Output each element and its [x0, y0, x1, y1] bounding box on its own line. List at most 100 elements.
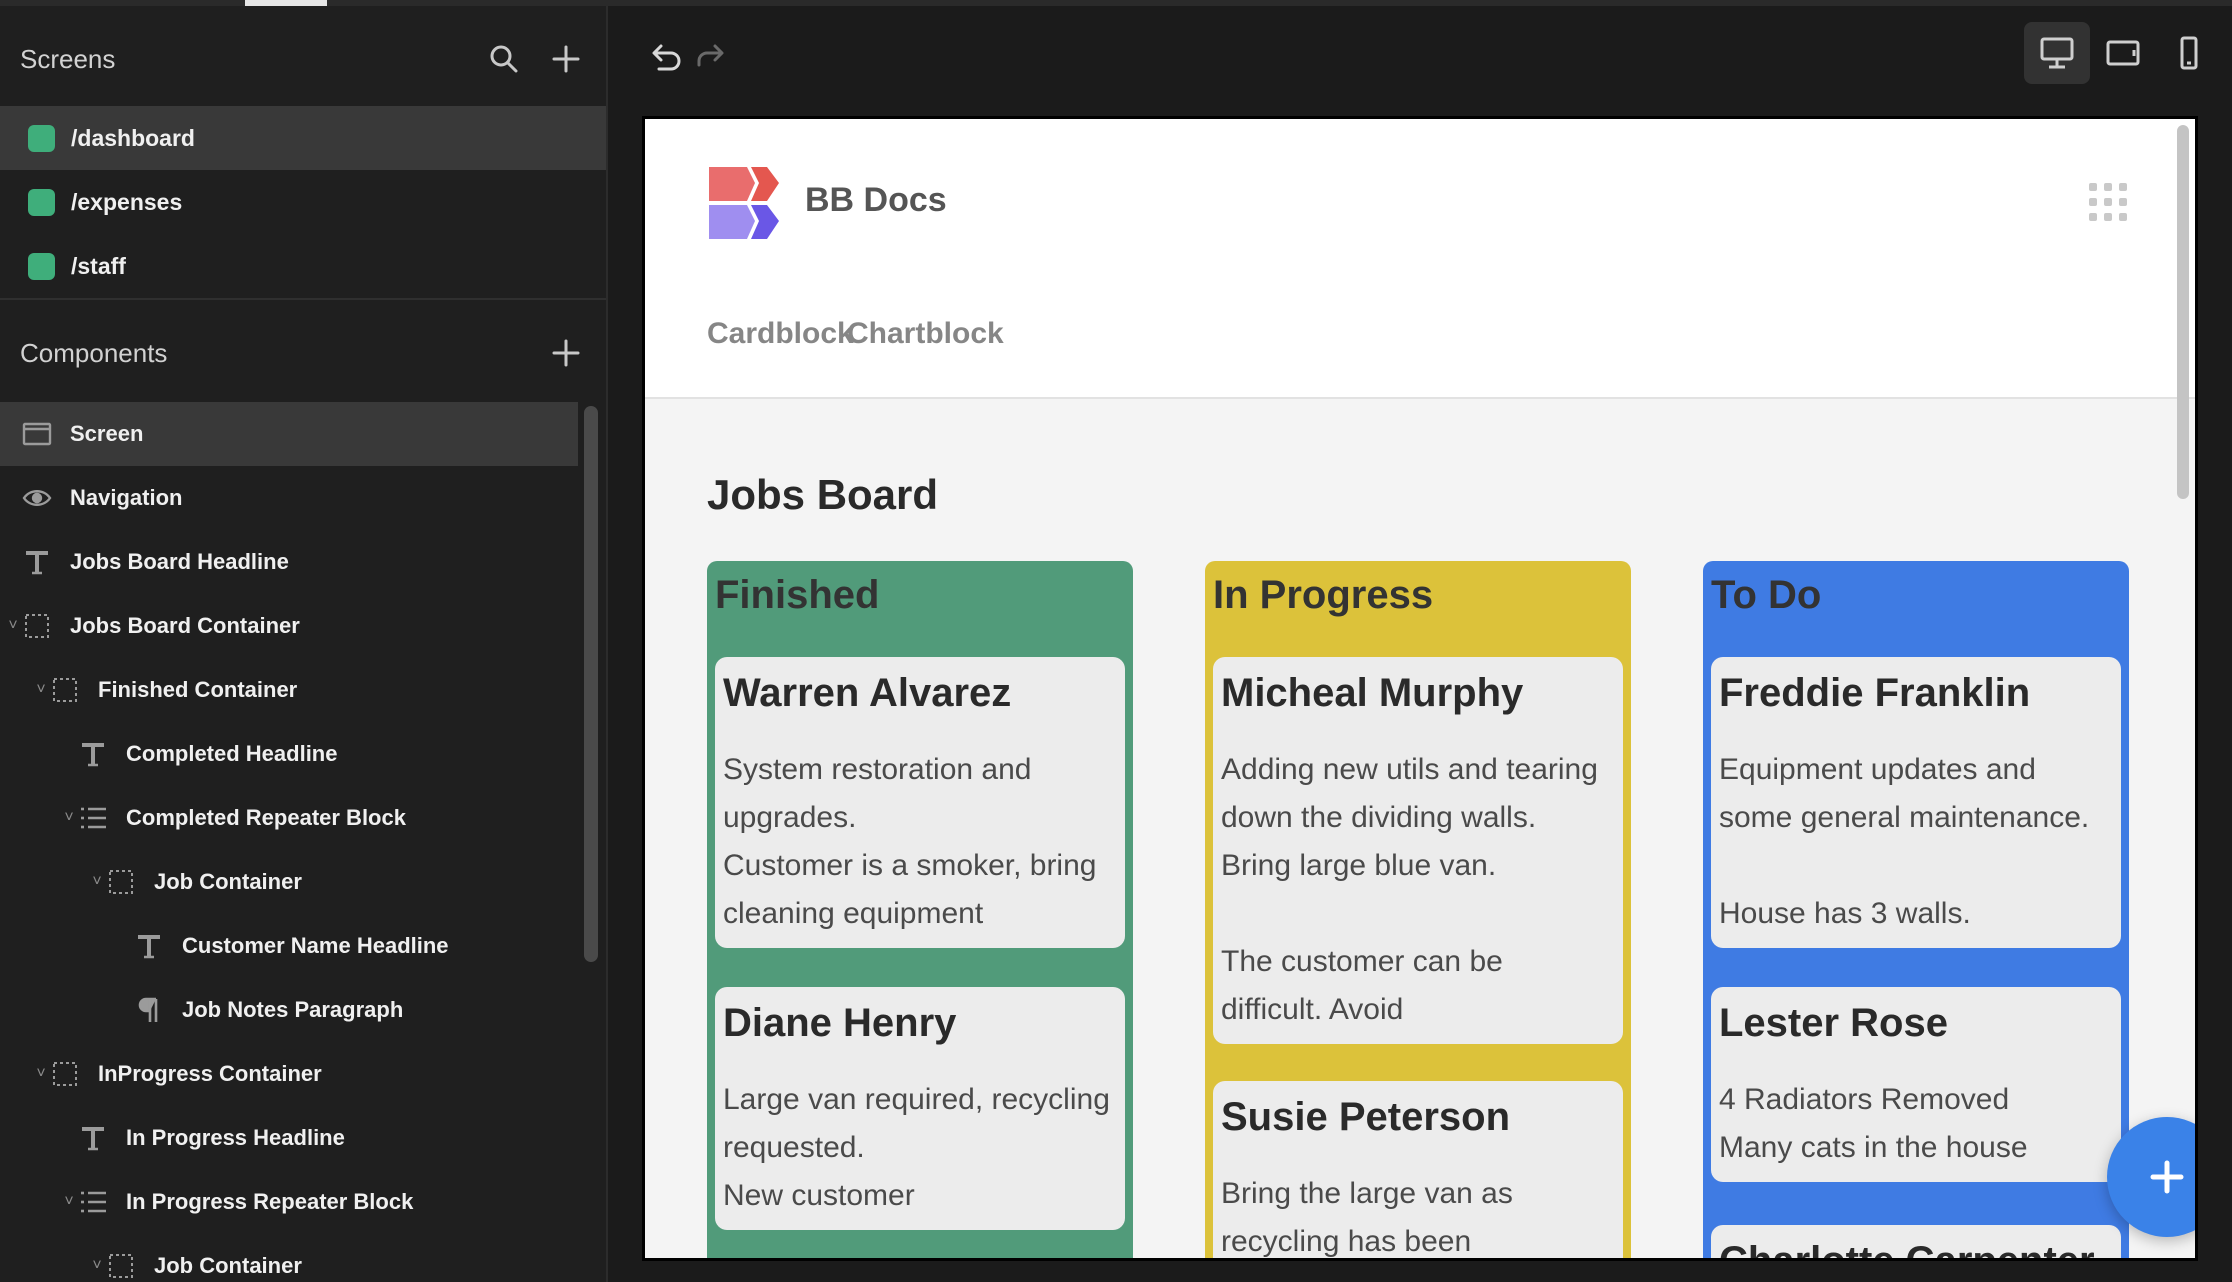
component-tree-label: Navigation	[70, 485, 183, 510]
sidebar-scrollbar[interactable]	[584, 406, 598, 962]
component-tree-label: In Progress Headline	[126, 1125, 345, 1150]
component-tree-item[interactable]: Completed Headline	[0, 722, 578, 786]
add-screen-button[interactable]	[544, 37, 588, 81]
budibase-logo	[709, 167, 779, 239]
job-notes-paragraph: System restoration and upgrades. Custome…	[723, 753, 1097, 930]
component-tree-label: Jobs Board Headline	[70, 549, 289, 574]
job-notes-paragraph: Large van required, recycling requested.…	[723, 1083, 1110, 1212]
chevron-down-icon[interactable]: ˅	[90, 873, 104, 891]
text-icon	[132, 929, 166, 963]
component-tree-item[interactable]: Job Notes Paragraph	[0, 978, 578, 1042]
jobs-board-headline: Jobs Board	[707, 471, 939, 518]
component-tree-item[interactable]: ˅ Job Container	[0, 1234, 578, 1282]
customer-name-headline: Lester Rose	[1719, 1001, 1948, 1045]
tablet-view-button[interactable]	[2090, 22, 2156, 84]
screen-status-dot	[28, 252, 55, 280]
container-icon	[104, 1249, 138, 1282]
tablet-icon	[2106, 40, 2140, 66]
screen-item-expenses[interactable]: /expenses	[0, 170, 606, 234]
component-tree-label: In Progress Repeater Block	[126, 1189, 414, 1214]
nav-link-cardblock[interactable]: Cardblock	[707, 317, 854, 351]
preview-navigation: BB Docs Cardblock Chartblock	[645, 119, 2195, 399]
customer-name-headline: Warren Alvarez	[723, 671, 1012, 715]
preview-scrollbar[interactable]	[2177, 125, 2189, 499]
component-tree-label: Job Container	[154, 869, 302, 894]
chevron-down-icon[interactable]: ˅	[34, 681, 48, 699]
job-card[interactable]: Charlotte Carpenter	[1711, 1225, 2121, 1258]
text-icon	[76, 1121, 110, 1155]
job-card[interactable]: Susie Peterson Bring the large van as rec…	[1213, 1081, 1623, 1258]
chevron-down-icon[interactable]: ˅	[6, 617, 20, 635]
plus-icon	[2150, 1160, 2184, 1194]
component-tree-label: InProgress Container	[98, 1061, 322, 1086]
container-icon	[104, 865, 138, 899]
component-tree-item[interactable]: In Progress Headline	[0, 1106, 578, 1170]
job-card[interactable]: Freddie Franklin Equipment updates and so…	[1711, 657, 2121, 948]
chevron-down-icon[interactable]: ˅	[90, 1257, 104, 1275]
container-icon	[48, 673, 82, 707]
job-card[interactable]: Micheal Murphy Adding new utils and teari…	[1213, 657, 1623, 1044]
component-tree-item[interactable]: Customer Name Headline	[0, 914, 578, 978]
add-component-button[interactable]	[544, 331, 588, 375]
list-icon	[76, 801, 110, 835]
screen-label: /dashboard	[71, 124, 195, 151]
screens-title: Screens	[20, 43, 116, 74]
text-icon	[20, 545, 54, 579]
redo-button[interactable]	[686, 32, 736, 82]
brand-title: BB Docs	[805, 181, 947, 219]
component-tree-label: Completed Headline	[126, 741, 338, 766]
desktop-view-button[interactable]	[2024, 22, 2090, 84]
mobile-icon	[2180, 36, 2198, 70]
redo-icon	[697, 44, 724, 67]
column-headline: In Progress	[1213, 573, 1434, 617]
text-icon	[76, 737, 110, 771]
component-tree-item[interactable]: ˅ InProgress Container	[0, 1042, 578, 1106]
component-tree-item[interactable]: Screen	[0, 402, 578, 466]
nav-link-chartblock[interactable]: Chartblock	[847, 317, 1004, 351]
plus-icon	[552, 339, 580, 367]
customer-name-headline: Micheal Murphy	[1221, 671, 1524, 715]
finished-column: Finished Warren Alvarez System restoration…	[707, 561, 1133, 1258]
job-card[interactable]: Warren Alvarez System restoration and upg…	[715, 657, 1125, 948]
component-tree-label: Customer Name Headline	[182, 933, 449, 958]
job-notes-paragraph: Bring the large van as recycling has bee…	[1221, 1177, 1513, 1258]
job-notes-paragraph: Adding new utils and tearing down the di…	[1221, 753, 1598, 1026]
plus-icon	[552, 45, 580, 73]
job-card[interactable]: Lester Rose 4 Radiators Removed Many cats…	[1711, 987, 2121, 1182]
list-icon	[76, 1185, 110, 1219]
search-screens-button[interactable]	[482, 37, 526, 81]
apps-grid-icon[interactable]	[2089, 183, 2129, 223]
app-preview[interactable]: BB Docs Cardblock Chartblock Jobs Board …	[642, 116, 2198, 1261]
desktop-icon	[2040, 37, 2074, 69]
components-title: Components	[20, 337, 168, 368]
in-progress-column: In Progress Micheal Murphy Adding new util…	[1205, 561, 1631, 1258]
chevron-down-icon[interactable]: ˅	[62, 1193, 76, 1211]
device-switcher	[2024, 22, 2222, 84]
screen-status-dot	[28, 188, 55, 216]
component-tree-item[interactable]: Navigation	[0, 466, 578, 530]
component-tree-label: Job Notes Paragraph	[182, 997, 404, 1022]
component-tree-item[interactable]: ˅ Jobs Board Container	[0, 594, 578, 658]
component-tree-item[interactable]: ˅ Job Container	[0, 850, 578, 914]
screen-label: /staff	[71, 252, 126, 279]
app-window: Screens /dashboard /expenses /staff Comp…	[0, 0, 2232, 1282]
screen-item-dashboard[interactable]: /dashboard	[0, 106, 606, 170]
job-card[interactable]: Diane Henry Large van required, recycling…	[715, 987, 1125, 1230]
component-tree-label: Job Container	[154, 1253, 302, 1278]
component-tree-item[interactable]: ˅ Finished Container	[0, 658, 578, 722]
screen-status-dot	[28, 124, 55, 152]
chevron-down-icon[interactable]: ˅	[62, 809, 76, 827]
screen-item-staff[interactable]: /staff	[0, 234, 606, 298]
mobile-view-button[interactable]	[2156, 22, 2222, 84]
component-tree-item[interactable]: ˅ In Progress Repeater Block	[0, 1170, 578, 1234]
sidebar-divider	[0, 298, 606, 300]
paragraph-icon	[132, 993, 166, 1027]
to-do-column: To Do Freddie Franklin Equipment updates a…	[1703, 561, 2129, 1258]
undo-button[interactable]	[640, 32, 690, 82]
chevron-down-icon[interactable]: ˅	[34, 1065, 48, 1083]
component-tree-item[interactable]: ˅ Completed Repeater Block	[0, 786, 578, 850]
screen-icon	[20, 417, 54, 451]
builder-canvas-area: BB Docs Cardblock Chartblock Jobs Board …	[610, 6, 2232, 1282]
component-tree-item[interactable]: Jobs Board Headline	[0, 530, 578, 594]
container-icon	[20, 609, 54, 643]
